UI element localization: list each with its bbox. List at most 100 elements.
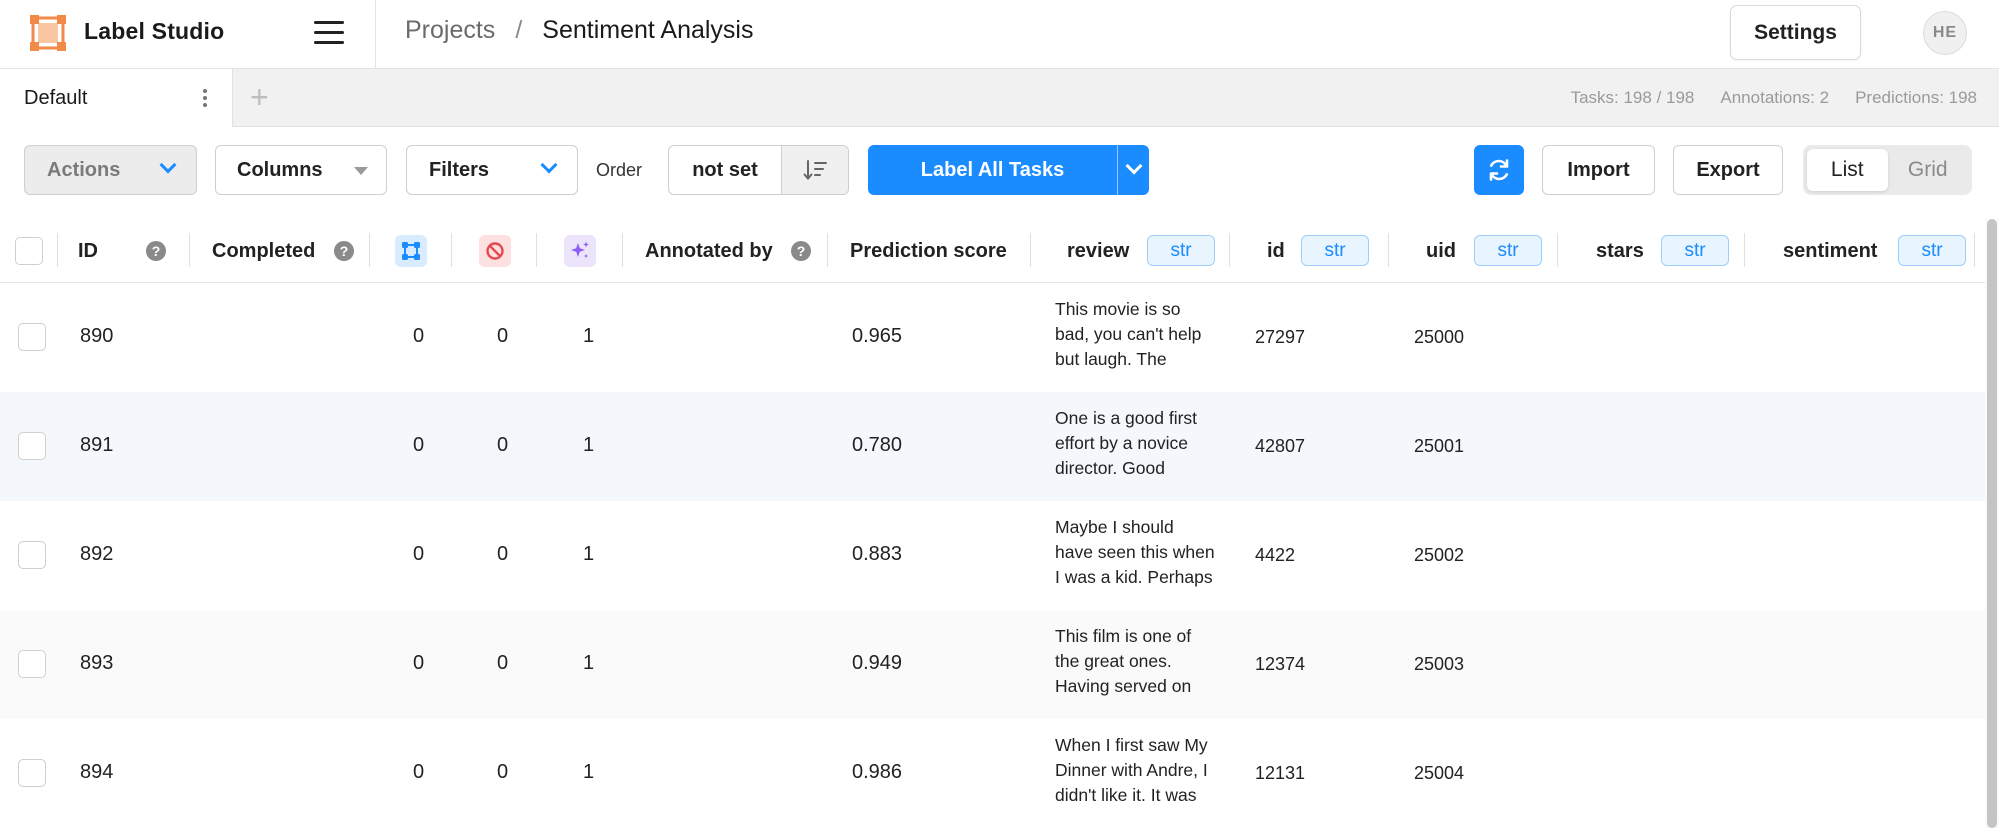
user-avatar[interactable]: HE (1923, 11, 1967, 55)
cell-predictions: 1 (583, 761, 595, 783)
top-header: Label Studio Projects / Sentiment Analys… (0, 0, 1999, 69)
cell-total-annotations: 0 (413, 543, 425, 565)
refresh-button[interactable] (1474, 145, 1524, 195)
actions-dropdown[interactable]: Actions (24, 145, 197, 195)
column-label-data-id: id (1267, 239, 1285, 262)
select-all-checkbox[interactable] (15, 237, 43, 265)
cell-review: One is a good first effort by a novice d… (1055, 408, 1198, 478)
column-label-stars: stars (1596, 239, 1644, 262)
cell-uid: 25001 (1414, 436, 1465, 456)
project-stats: Tasks: 198 / 198 Annotations: 2 Predicti… (1571, 88, 1977, 108)
cell-uid: 25004 (1414, 763, 1465, 783)
column-header-predictions[interactable] (537, 219, 623, 283)
column-header-sentiment[interactable]: sentiment str (1745, 219, 1975, 283)
table-row[interactable]: 894 0 0 1 0.986 When I first saw My Dinn… (0, 719, 1985, 828)
column-header-data-id[interactable]: id str (1230, 219, 1389, 283)
table-row[interactable]: 892 0 0 1 0.883 Maybe I should have seen… (0, 501, 1985, 610)
column-header-review[interactable]: review str (1031, 219, 1230, 283)
help-icon[interactable]: ? (791, 241, 811, 261)
filters-label: Filters (429, 158, 490, 181)
cell-id: 894 (80, 761, 114, 783)
sort-direction-icon (803, 160, 827, 181)
annotations-icon (395, 235, 427, 267)
help-icon[interactable]: ? (334, 241, 354, 261)
cell-prediction-score: 0.949 (852, 652, 903, 674)
cell-data-id: 42807 (1255, 436, 1306, 456)
cell-predictions: 1 (583, 543, 595, 565)
view-tabs-bar: Default + Tasks: 198 / 198 Annotations: … (0, 69, 1999, 127)
cell-total-annotations: 0 (413, 434, 425, 456)
order-label: Order (596, 160, 643, 180)
brand-name: Label Studio (84, 18, 225, 44)
row-checkbox[interactable] (18, 650, 46, 678)
sort-direction-button[interactable] (782, 146, 848, 194)
columns-dropdown[interactable]: Columns (215, 145, 387, 195)
cancelled-icon (478, 235, 511, 267)
table-row[interactable]: 893 0 0 1 0.949 This film is one of the … (0, 610, 1985, 719)
label-studio-logo-icon (30, 15, 66, 51)
column-label-review: review (1067, 239, 1130, 262)
column-header-completed[interactable]: Completed ? (190, 219, 370, 283)
tab-kebab-menu-icon[interactable] (203, 89, 207, 107)
column-header-annotated-by[interactable]: Annotated by ? (623, 219, 828, 283)
breadcrumb: Projects / Sentiment Analysis (405, 16, 753, 45)
import-button[interactable]: Import (1542, 145, 1655, 195)
table-row[interactable]: 890 0 0 1 0.965 This movie is so bad, yo… (0, 283, 1985, 392)
add-tab-icon[interactable]: + (250, 81, 269, 113)
type-badge: str (1661, 235, 1729, 266)
row-checkbox[interactable] (18, 323, 46, 351)
column-header-cancelled[interactable] (452, 219, 537, 283)
column-header-id[interactable]: ID ? (58, 219, 190, 283)
cell-data-id: 12131 (1255, 763, 1306, 783)
cell-prediction-score: 0.780 (852, 434, 903, 456)
help-icon[interactable]: ? (146, 241, 166, 261)
grid-view-option[interactable]: Grid (1888, 149, 1969, 191)
settings-button[interactable]: Settings (1730, 5, 1861, 60)
column-label-uid: uid (1426, 239, 1456, 262)
cell-data-id: 12374 (1255, 654, 1306, 674)
column-header-uid[interactable]: uid str (1389, 219, 1558, 283)
label-all-tasks-button[interactable]: Label All Tasks (868, 145, 1117, 195)
annotations-count: Annotations: 2 (1720, 88, 1830, 107)
label-all-tasks-dropdown-icon[interactable] (1117, 145, 1149, 195)
hamburger-menu-icon[interactable] (314, 20, 344, 46)
table-scrollbar[interactable] (1985, 219, 1999, 828)
cell-uid: 25000 (1414, 327, 1465, 347)
filters-dropdown[interactable]: Filters (406, 145, 578, 195)
breadcrumb-current-project: Sentiment Analysis (542, 16, 754, 44)
tab-default[interactable]: Default (0, 69, 233, 127)
scrollbar-thumb[interactable] (1987, 219, 1997, 828)
column-header-stars[interactable]: stars str (1558, 219, 1745, 283)
cell-predictions: 1 (583, 434, 595, 456)
breadcrumb-projects-link[interactable]: Projects (405, 16, 495, 45)
column-label-annotated-by: Annotated by (645, 239, 773, 262)
cell-data-id: 27297 (1255, 327, 1306, 347)
cell-review: Maybe I should have seen this when I was… (1055, 517, 1215, 587)
order-select[interactable]: not set (669, 146, 782, 194)
table-header: ID ? Completed ? Annotated by ? Predicti… (0, 219, 1999, 283)
column-header-total-annotations[interactable] (370, 219, 452, 283)
type-badge: str (1147, 235, 1215, 266)
row-checkbox[interactable] (18, 432, 46, 460)
cell-prediction-score: 0.883 (852, 543, 903, 565)
chevron-down-icon (159, 156, 177, 174)
sparkle-icon (564, 235, 596, 267)
label-all-tasks-group: Label All Tasks (868, 145, 1149, 195)
cell-review: This movie is so bad, you can't help but… (1055, 299, 1202, 369)
column-header-prediction-score[interactable]: Prediction score (828, 219, 1031, 283)
column-label-prediction-score: Prediction score (850, 239, 1007, 262)
row-checkbox[interactable] (18, 541, 46, 569)
cell-uid: 25003 (1414, 654, 1465, 674)
refresh-icon (1489, 159, 1509, 181)
caret-down-icon (354, 167, 368, 175)
view-mode-toggle: List Grid (1803, 145, 1972, 195)
list-view-option[interactable]: List (1807, 149, 1888, 191)
export-button[interactable]: Export (1673, 145, 1783, 195)
cell-cancelled: 0 (497, 543, 509, 565)
chevron-down-icon (540, 156, 558, 174)
row-checkbox[interactable] (18, 759, 46, 787)
table-row[interactable]: 891 0 0 1 0.780 One is a good first effo… (0, 392, 1985, 501)
cell-id: 890 (80, 325, 114, 347)
cell-prediction-score: 0.965 (852, 325, 903, 347)
column-label-completed: Completed (212, 239, 316, 262)
